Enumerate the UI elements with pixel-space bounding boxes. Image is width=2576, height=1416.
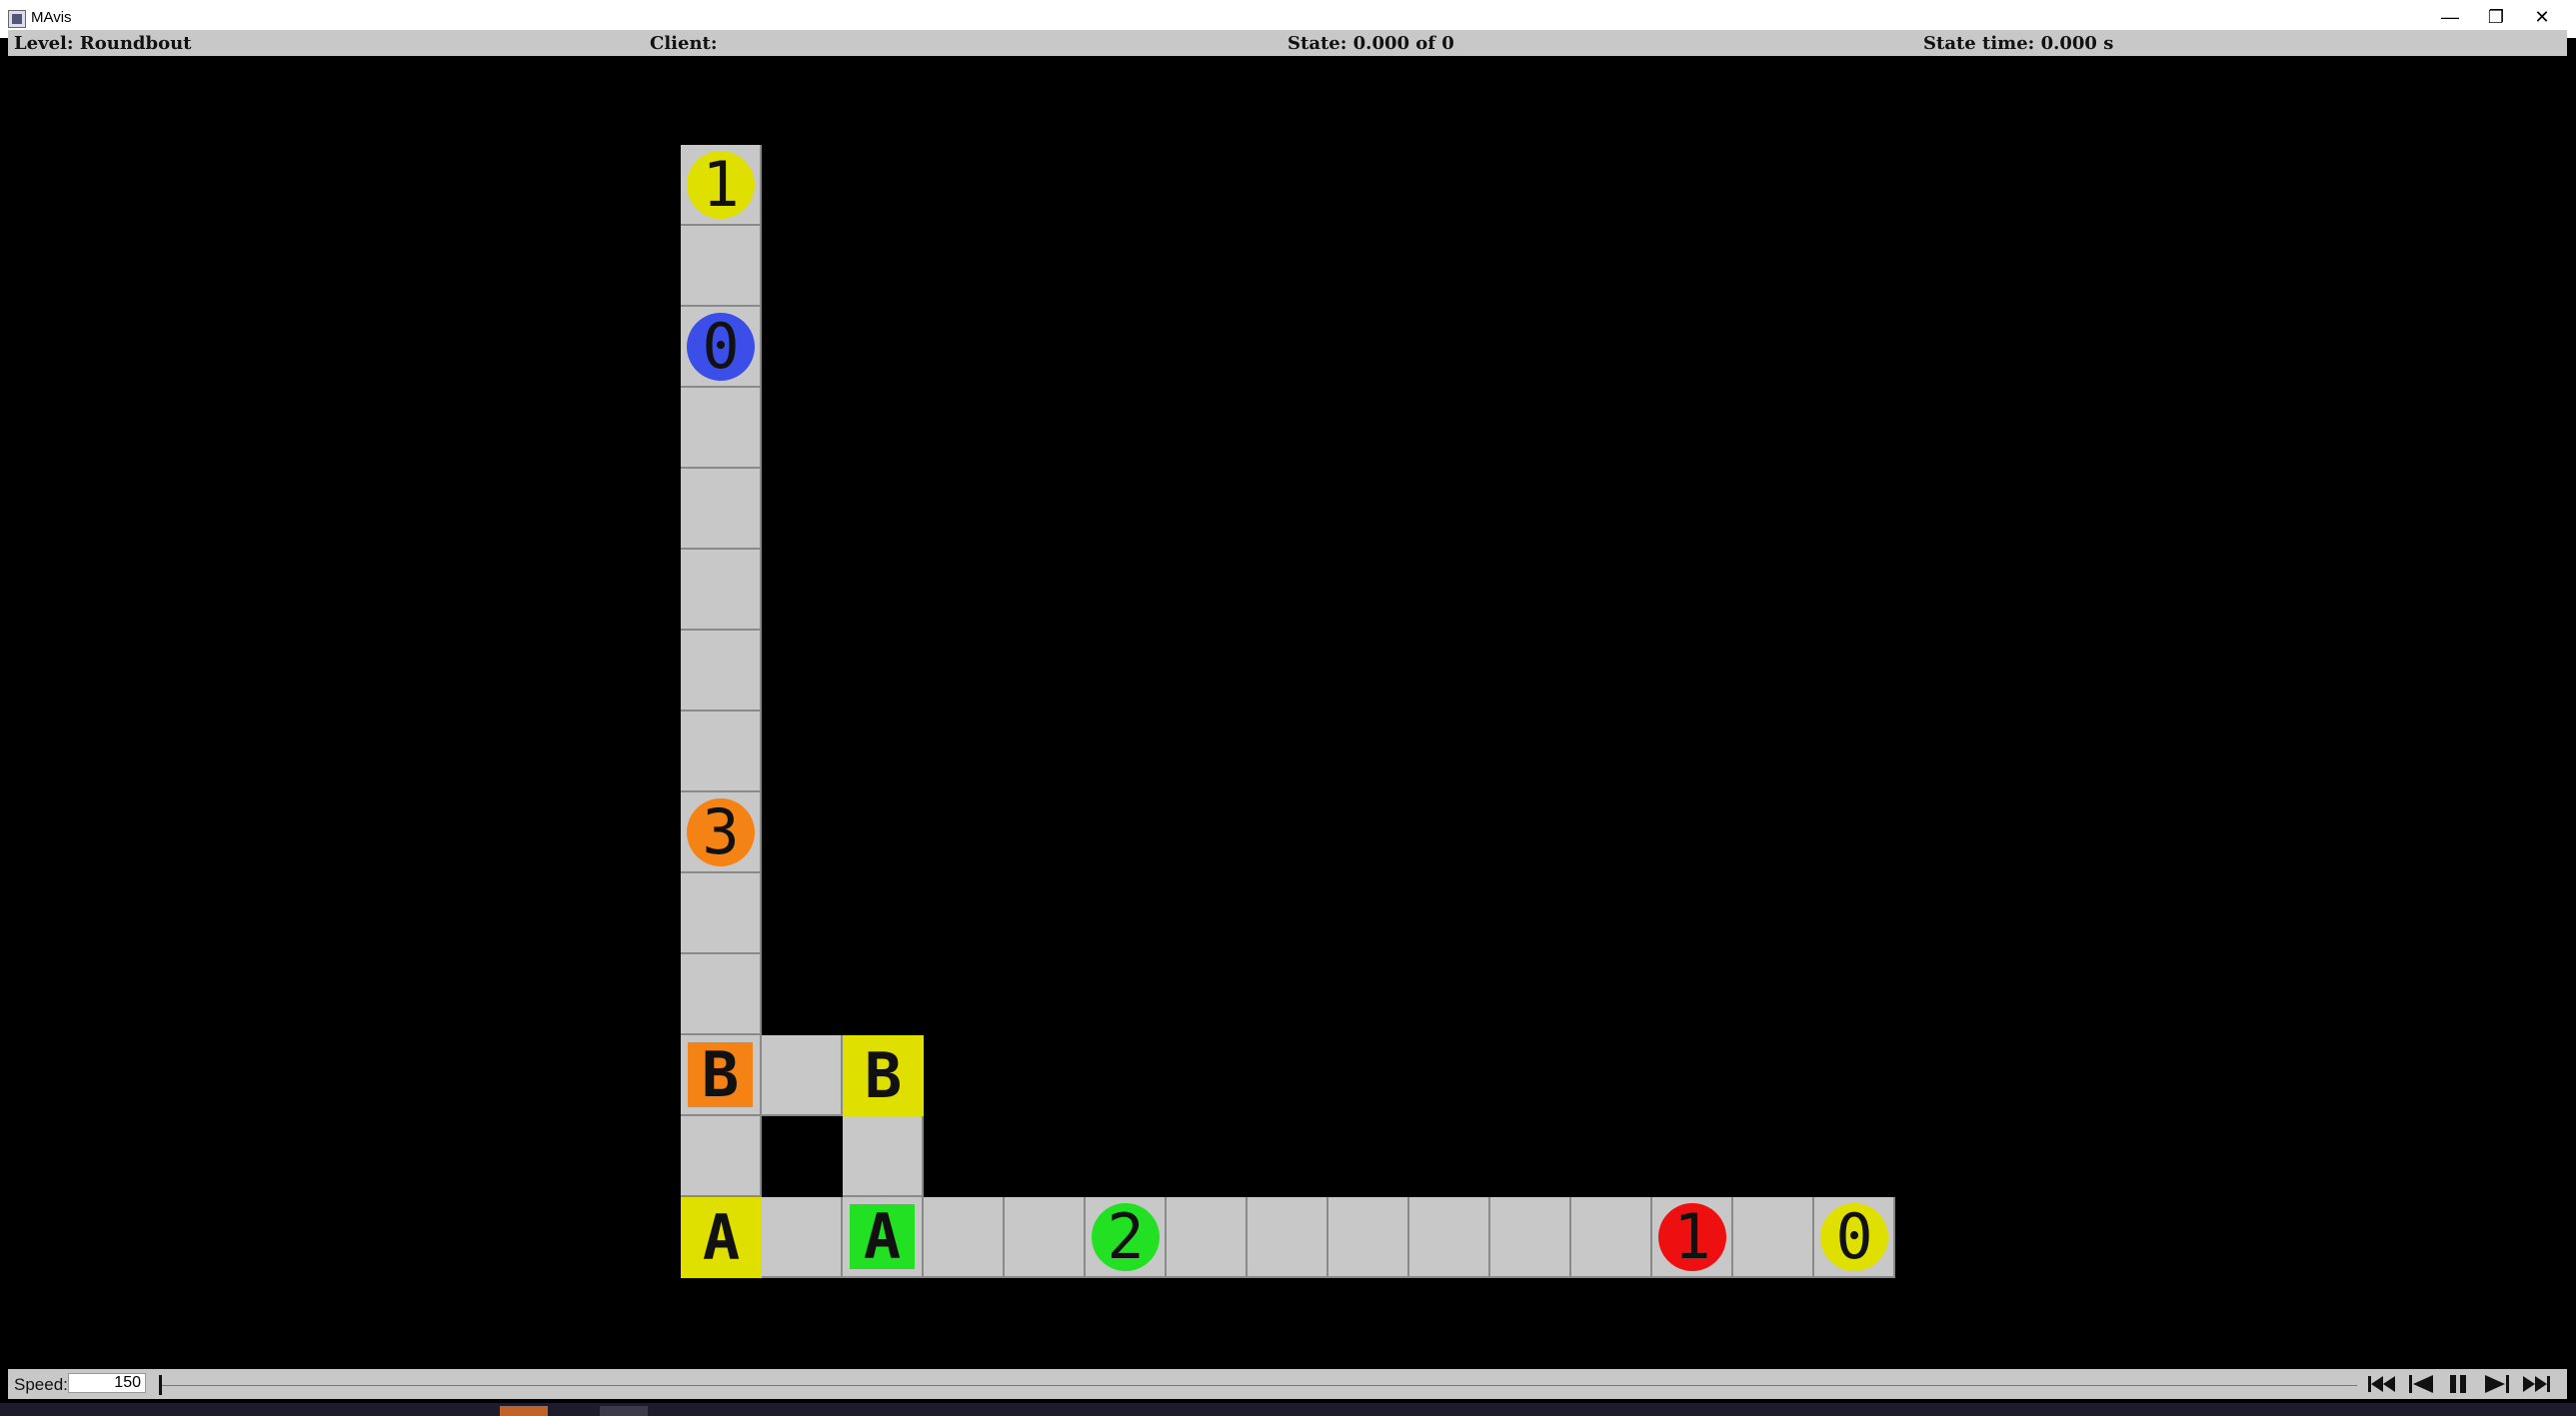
step-forward-button[interactable]	[2481, 1372, 2515, 1396]
state-time: State time: 0.000 s	[1923, 33, 2114, 54]
floor-cell	[681, 631, 762, 711]
speed-label: Speed:	[14, 1375, 68, 1394]
floor-cell	[681, 388, 762, 469]
step-back-icon	[2409, 1375, 2433, 1393]
client-name: Client:	[650, 33, 718, 54]
pause-button[interactable]	[2443, 1372, 2477, 1396]
floor-cell	[1248, 1197, 1328, 1278]
skip-to-start-icon	[2368, 1376, 2395, 1392]
taskbar-item-active[interactable]	[500, 1406, 548, 1416]
floor-cell: B	[681, 1035, 762, 1116]
step-back-button[interactable]	[2405, 1372, 2439, 1396]
agent-2: 2	[1092, 1203, 1160, 1271]
floor-cell: 1	[1652, 1197, 1733, 1278]
goal-a: A	[681, 1197, 762, 1278]
window-title: MAvis	[31, 9, 72, 26]
floor-cell: 0	[681, 307, 762, 388]
floor-cell	[762, 1197, 843, 1278]
floor-cell: A	[681, 1197, 762, 1278]
floor-cell: 2	[1086, 1197, 1167, 1278]
playback-controls: Speed:	[8, 1369, 2567, 1399]
floor-cell: 3	[681, 792, 762, 873]
timeline-slider[interactable]	[160, 1385, 2357, 1386]
skip-to-end-button[interactable]	[2521, 1372, 2555, 1396]
box-b: B	[688, 1042, 753, 1107]
floor-cell	[1490, 1197, 1571, 1278]
floor-cell	[1409, 1197, 1490, 1278]
agent-3: 3	[687, 798, 755, 866]
floor-cell	[681, 711, 762, 792]
floor-cell	[762, 1035, 843, 1116]
floor-cell	[1167, 1197, 1248, 1278]
state-counter: State: 0.000 of 0	[1288, 33, 1454, 54]
agent-1: 1	[687, 151, 755, 219]
floor-cell	[681, 469, 762, 550]
floor-cell	[681, 954, 762, 1035]
skip-to-end-icon	[2523, 1376, 2550, 1392]
agent-1: 1	[1658, 1203, 1726, 1271]
floor-cell	[1571, 1197, 1652, 1278]
agent-0: 0	[1820, 1203, 1888, 1271]
restore-button[interactable]: ❐	[2473, 0, 2519, 34]
floor-cell	[1328, 1197, 1409, 1278]
close-button[interactable]: ✕	[2519, 0, 2565, 34]
floor-cell	[681, 1116, 762, 1197]
floor-cell: B	[843, 1035, 924, 1116]
timeline-slider-thumb[interactable]	[159, 1375, 162, 1395]
floor-cell	[843, 1116, 924, 1197]
floor-cell	[681, 226, 762, 307]
floor-cell	[1733, 1197, 1814, 1278]
app-icon	[8, 10, 26, 28]
floor-cell: 1	[681, 145, 762, 226]
step-forward-icon	[2485, 1375, 2509, 1393]
level-name: Level: Roundbout	[14, 33, 192, 54]
skip-to-start-button[interactable]	[2365, 1372, 2399, 1396]
floor-cell: 0	[1814, 1197, 1895, 1278]
agent-0: 0	[687, 313, 755, 381]
floor-cell	[681, 873, 762, 954]
goal-b: B	[843, 1035, 924, 1116]
floor-cell	[1005, 1197, 1086, 1278]
floor-cell	[924, 1197, 1005, 1278]
pause-icon	[2450, 1375, 2466, 1393]
floor-cell	[681, 550, 762, 631]
floor-cell: A	[843, 1197, 924, 1278]
box-a: A	[850, 1204, 915, 1269]
speed-input[interactable]	[68, 1373, 146, 1393]
minimize-button[interactable]: —	[2427, 0, 2473, 34]
taskbar	[0, 1403, 2576, 1416]
status-bar: Level: Roundbout Client: State: 0.000 of…	[8, 30, 2567, 56]
taskbar-item[interactable]	[600, 1406, 648, 1416]
